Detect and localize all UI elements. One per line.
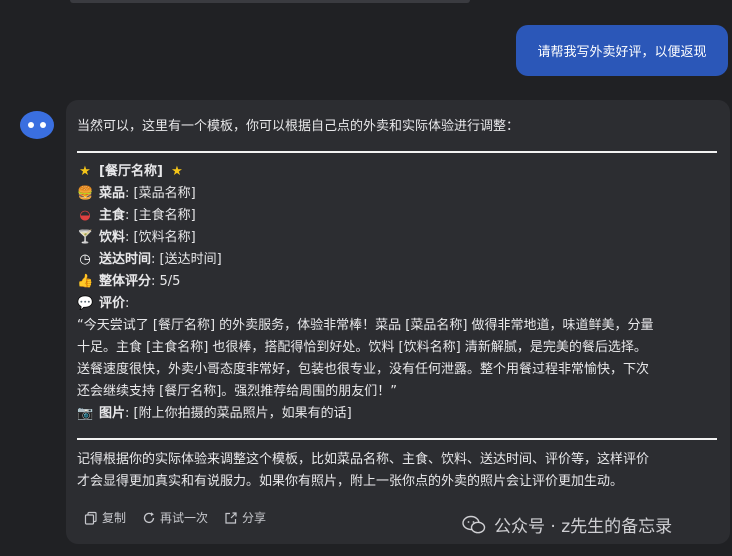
watermark-text: 公众号 · z先生的备忘录 <box>494 517 673 537</box>
star-icon: ★ <box>79 164 91 179</box>
burger-icon: 🍔 <box>77 186 94 201</box>
user-message-bubble: 请帮我写外卖好评，以便返现 <box>516 25 728 76</box>
retry-icon <box>143 511 155 523</box>
divider-top <box>77 151 717 153</box>
reply-intro: 当然可以，这里有一个模板，你可以根据自己点的外卖和实际体验进行调整： <box>77 119 520 134</box>
wechat-icon <box>462 515 486 533</box>
field-rating: 👍 整体评分: 5/5 <box>77 271 180 293</box>
share-icon <box>225 511 237 524</box>
divider-bottom <box>77 438 717 440</box>
review-line: “今天尝试了 [餐厅名称] 的外卖服务，体验非常棒！菜品 [菜品名称] 做得非常… <box>77 318 654 333</box>
reply-actions: 复制 再试一次 分享 <box>84 509 282 526</box>
cocktail-icon: 🍸 <box>77 230 94 245</box>
thumbs-up-icon: 👍 <box>77 274 94 289</box>
restaurant-title: [餐厅名称] <box>99 164 163 179</box>
copy-label: 复制 <box>102 511 127 525</box>
bowl-icon: ◒ <box>79 208 91 223</box>
speech-icon: 💬 <box>77 296 94 311</box>
field-staple: ◒ 主食: [主食名称] <box>77 205 195 227</box>
review-line: 还会继续支持 [餐厅名称]。强烈推荐给周围的朋友们！” <box>77 384 398 399</box>
copy-button[interactable]: 复制 <box>84 509 126 526</box>
retry-label: 再试一次 <box>160 511 209 525</box>
field-dish: 🍔 菜品: [菜品名称] <box>77 183 196 205</box>
review-line: 十足。主食 [主食名称] 也很棒，搭配得恰到好处。饮料 [饮料名称] 清新解腻，… <box>77 340 647 355</box>
assistant-avatar <box>20 111 54 139</box>
closing-line: 记得根据你的实际体验来调整这个模板，比如菜品名称、主食、饮料、送达时间、评价等，… <box>77 452 650 467</box>
previous-message-edge <box>70 0 470 3</box>
field-delivery-time: ◷ 送达时间: [送达时间] <box>77 249 221 271</box>
copy-icon <box>84 511 97 525</box>
review-line: 送餐速度很快，外卖小哥态度非常好，包装也很专业，没有任何泄露。整个用餐过程非常愉… <box>77 362 650 377</box>
field-review: 💬 评价: <box>77 293 129 315</box>
restaurant-title-line: ★ [餐厅名称] ★ <box>77 161 191 183</box>
clock-icon: ◷ <box>79 252 91 267</box>
field-photo: 📷 图片: [附上你拍摄的菜品照片，如果有的话] <box>77 403 352 425</box>
closing-line: 才会显得更加真实和有说服力。如果你有照片，附上一张你点的外卖的照片会让评价更加生… <box>77 474 624 489</box>
wechat-watermark: 公众号 · z先生的备忘录 <box>462 512 672 537</box>
share-label: 分享 <box>242 511 267 525</box>
avatar-eye-left <box>28 122 34 128</box>
avatar-eye-right <box>40 122 46 128</box>
retry-button[interactable]: 再试一次 <box>142 509 208 526</box>
user-message-text: 请帮我写外卖好评，以便返现 <box>537 45 707 60</box>
field-drink: 🍸 饮料: [饮料名称] <box>77 227 196 249</box>
camera-icon: 📷 <box>77 406 94 421</box>
share-button[interactable]: 分享 <box>224 509 266 526</box>
star-icon: ★ <box>171 164 183 179</box>
